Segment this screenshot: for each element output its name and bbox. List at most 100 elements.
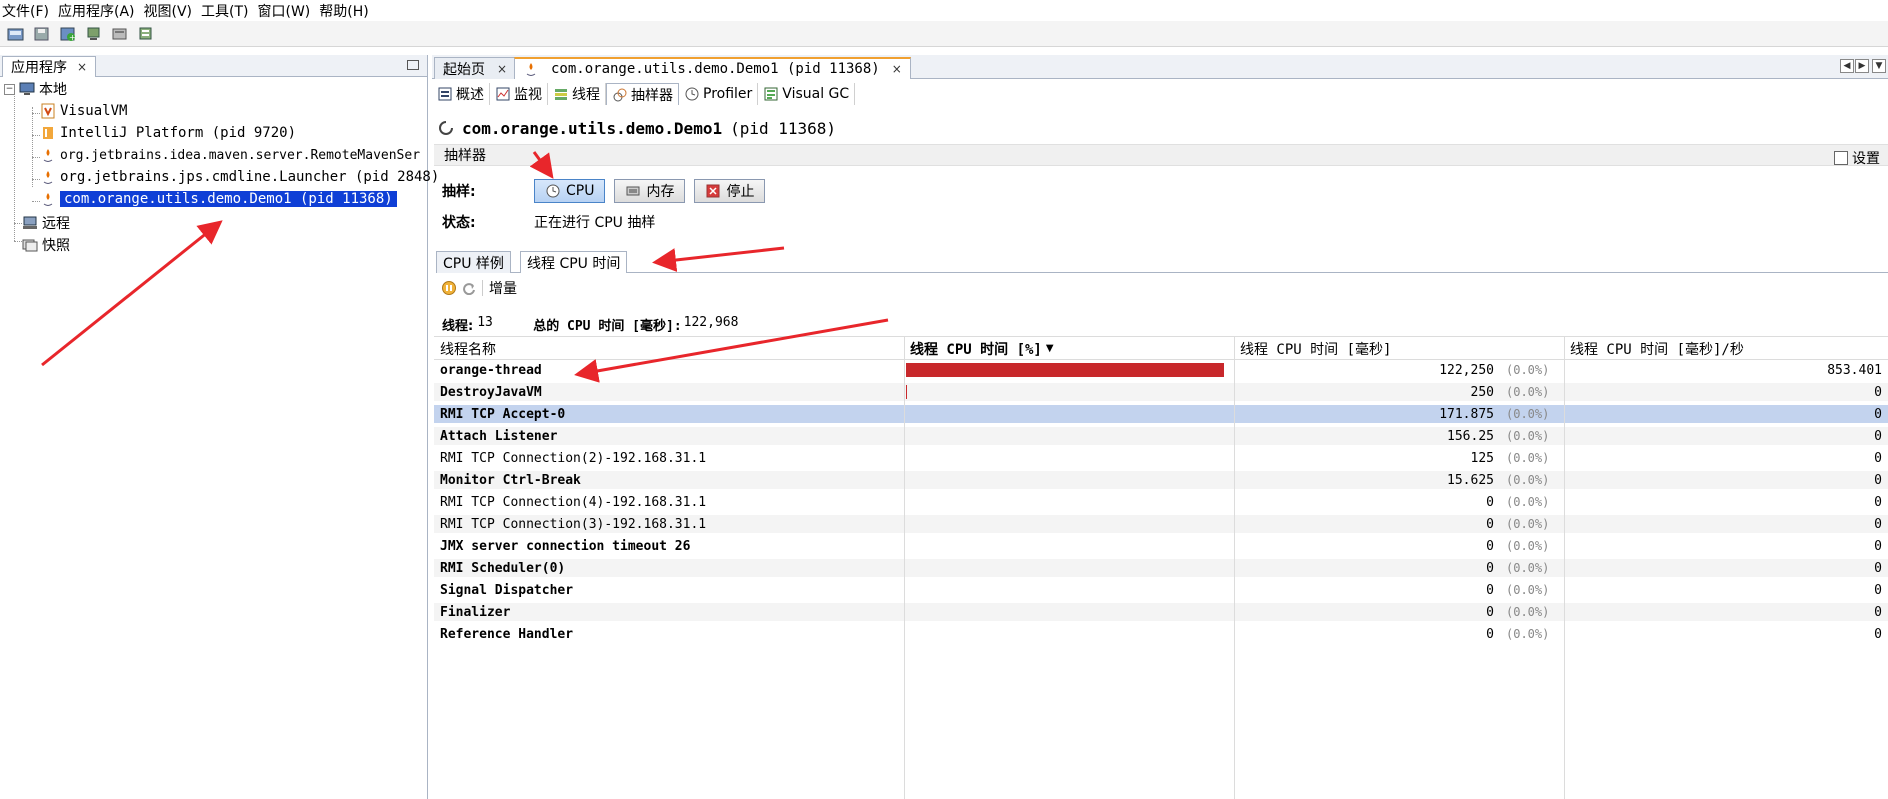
cpu-ms-percent-cell: (0.0%) [1506, 495, 1550, 509]
cpu-ms-cell: 171.875 [1439, 406, 1494, 422]
save-icon[interactable] [32, 25, 52, 43]
cpu-percent-bar [906, 363, 1224, 377]
threads-count-label: 线程: [442, 319, 474, 334]
memory-button[interactable]: 内存 [614, 179, 686, 203]
column-thread-name-label: 线程名称 [440, 341, 496, 358]
tab-sampler-label: 抽样器 [631, 87, 673, 104]
tab-overview[interactable]: 概述 [432, 83, 490, 105]
close-icon[interactable]: × [497, 62, 507, 76]
settings-toggle[interactable]: 设置 [1834, 148, 1880, 168]
refresh-icon[interactable] [462, 281, 476, 295]
tree-node-remote[interactable]: 远程 [22, 213, 70, 233]
table-row[interactable]: DestroyJavaVM 250 (0.0%) 0 [434, 383, 1888, 401]
load-snapshot-icon[interactable] [6, 25, 26, 43]
tab-demo1[interactable]: com.orange.utils.demo.Demo1 (pid 11368) … [514, 57, 911, 79]
cpu-ms-percent-cell: (0.0%) [1506, 583, 1550, 597]
cpu-ms-percent-cell: (0.0%) [1506, 363, 1550, 377]
thread-cpu-table: 线程名称 线程 CPU 时间 [%] ▼ 线程 CPU 时间 [毫秒] 线程 C… [434, 336, 1888, 799]
cpu-ms-per-sec-cell: 0 [1874, 450, 1882, 466]
menu-window[interactable]: 窗口(W) [258, 1, 311, 21]
tree-node-demo1[interactable]: com.orange.utils.demo.Demo1 (pid 11368) [40, 189, 397, 209]
add-jmx-connection-icon[interactable]: + [58, 25, 78, 43]
memory-icon [625, 183, 641, 199]
tree-node-jps-launcher[interactable]: org.jetbrains.jps.cmdline.Launcher (pid … [40, 167, 439, 187]
close-icon[interactable]: × [892, 62, 902, 76]
tab-visual-gc[interactable]: Visual GC [758, 83, 856, 105]
table-row[interactable]: Monitor Ctrl-Break 15.625 (0.0%) 0 [434, 471, 1888, 489]
applications-tab-label: 应用程序 [11, 60, 67, 76]
table-row[interactable]: orange-thread 122,250 (0.0%) 853.401 [434, 361, 1888, 379]
thread-dump-icon[interactable] [136, 25, 156, 43]
tree-node-local[interactable]: − 本地 [4, 79, 67, 99]
column-cpu-ms-per-sec-label: 线程 CPU 时间 [毫秒]/秒 [1570, 341, 1744, 358]
thread-name-cell: RMI TCP Connection(2)-192.168.31.1 [440, 450, 707, 466]
monitor-icon [495, 86, 511, 102]
cpu-ms-per-sec-cell: 0 [1874, 494, 1882, 510]
pause-icon[interactable] [442, 281, 456, 295]
column-cpu-ms[interactable]: 线程 CPU 时间 [毫秒] [1234, 337, 1564, 360]
column-divider [1564, 337, 1565, 799]
thread-name-cell: Signal Dispatcher [440, 582, 574, 598]
toolbar: + [0, 21, 1888, 47]
menu-file[interactable]: 文件(F) [2, 1, 49, 21]
tree-node-visualvm[interactable]: VisualVM [40, 101, 127, 121]
table-row[interactable]: RMI TCP Connection(3)-192.168.31.1 0 (0.0%… [434, 515, 1888, 533]
tab-profiler[interactable]: Profiler [679, 83, 759, 105]
tree-node-jps-launcher-label: org.jetbrains.jps.cmdline.Launcher (pid … [60, 169, 440, 185]
visual-gc-icon [763, 86, 779, 102]
table-row[interactable]: RMI TCP Accept-0 171.875 (0.0%) 0 [434, 405, 1888, 423]
table-row[interactable]: Finalizer 0 (0.0%) 0 [434, 603, 1888, 621]
column-cpu-ms-per-sec[interactable]: 线程 CPU 时间 [毫秒]/秒 [1564, 337, 1888, 360]
cpu-ms-percent-cell: (0.0%) [1506, 451, 1550, 465]
tab-list-icon[interactable]: ▼ [1872, 59, 1886, 73]
java-icon [523, 61, 539, 77]
cpu-ms-cell: 15.625 [1447, 472, 1494, 488]
add-remote-host-icon[interactable] [84, 25, 104, 43]
minimize-icon[interactable] [407, 60, 419, 70]
thread-name-cell: orange-thread [440, 362, 542, 378]
applications-tab[interactable]: 应用程序 × [2, 56, 97, 77]
cpu-button[interactable]: CPU [534, 179, 606, 203]
scroll-left-icon[interactable]: ◀ [1840, 59, 1854, 73]
column-cpu-ms-label: 线程 CPU 时间 [毫秒] [1240, 341, 1392, 358]
tree-node-maven-server[interactable]: org.jetbrains.idea.maven.server.RemoteMa… [40, 145, 420, 165]
table-row[interactable]: RMI TCP Connection(2)-192.168.31.1 125 (0.… [434, 449, 1888, 467]
settings-checkbox[interactable] [1834, 151, 1848, 165]
main-panel: 起始页 × com.orange.utils.demo.Demo1 (pid 1… [432, 55, 1888, 799]
intellij-icon [40, 125, 56, 141]
menu-tools[interactable]: 工具(T) [201, 1, 248, 21]
column-divider [1234, 337, 1235, 799]
table-row[interactable]: RMI TCP Connection(4)-192.168.31.1 0 (0.0%… [434, 493, 1888, 511]
tab-cpu-samples[interactable]: CPU 样例 [436, 251, 511, 273]
table-row[interactable]: RMI Scheduler(0) 0 (0.0%) 0 [434, 559, 1888, 577]
table-row[interactable]: JMX server connection timeout 26 0 (0.0%) 0 [434, 537, 1888, 555]
collapse-icon[interactable]: − [4, 83, 15, 95]
tree-node-intellij[interactable]: IntelliJ Platform (pid 9720) [40, 123, 296, 143]
heap-dump-icon[interactable] [110, 25, 130, 43]
scroll-right-icon[interactable]: ▶ [1855, 59, 1869, 73]
tab-start-page[interactable]: 起始页 × [434, 57, 517, 79]
delta-toggle[interactable]: 增量 [489, 278, 517, 298]
cpu-ms-per-sec-cell: 0 [1874, 538, 1882, 554]
column-thread-name[interactable]: 线程名称 [434, 337, 904, 360]
tree-node-snapshots[interactable]: 快照 [22, 235, 70, 255]
tab-monitor-label: 监视 [514, 87, 542, 103]
cpu-ms-cell: 0 [1486, 516, 1494, 532]
menu-application[interactable]: 应用程序(A) [58, 1, 135, 21]
tab-sampler[interactable]: 抽样器 [606, 83, 679, 105]
menu-help[interactable]: 帮助(H) [319, 1, 368, 21]
close-icon[interactable]: × [77, 60, 87, 74]
sampler-header-label: 抽样器 [444, 148, 486, 164]
table-row[interactable]: Attach Listener 156.25 (0.0%) 0 [434, 427, 1888, 445]
menu-view[interactable]: 视图(V) [144, 1, 193, 21]
cpu-ms-cell: 122,250 [1439, 362, 1494, 378]
tab-threads[interactable]: 线程 [548, 83, 606, 105]
table-row[interactable]: Reference Handler 0 (0.0%) 0 [434, 625, 1888, 643]
tab-monitor[interactable]: 监视 [490, 83, 548, 105]
stop-button[interactable]: 停止 [694, 179, 766, 203]
java-icon [40, 147, 56, 163]
status-value: 正在进行 CPU 抽样 [534, 215, 656, 231]
column-cpu-percent[interactable]: 线程 CPU 时间 [%] ▼ [904, 337, 1234, 360]
tab-thread-cpu-time[interactable]: 线程 CPU 时间 [520, 251, 628, 273]
table-row[interactable]: Signal Dispatcher 0 (0.0%) 0 [434, 581, 1888, 599]
